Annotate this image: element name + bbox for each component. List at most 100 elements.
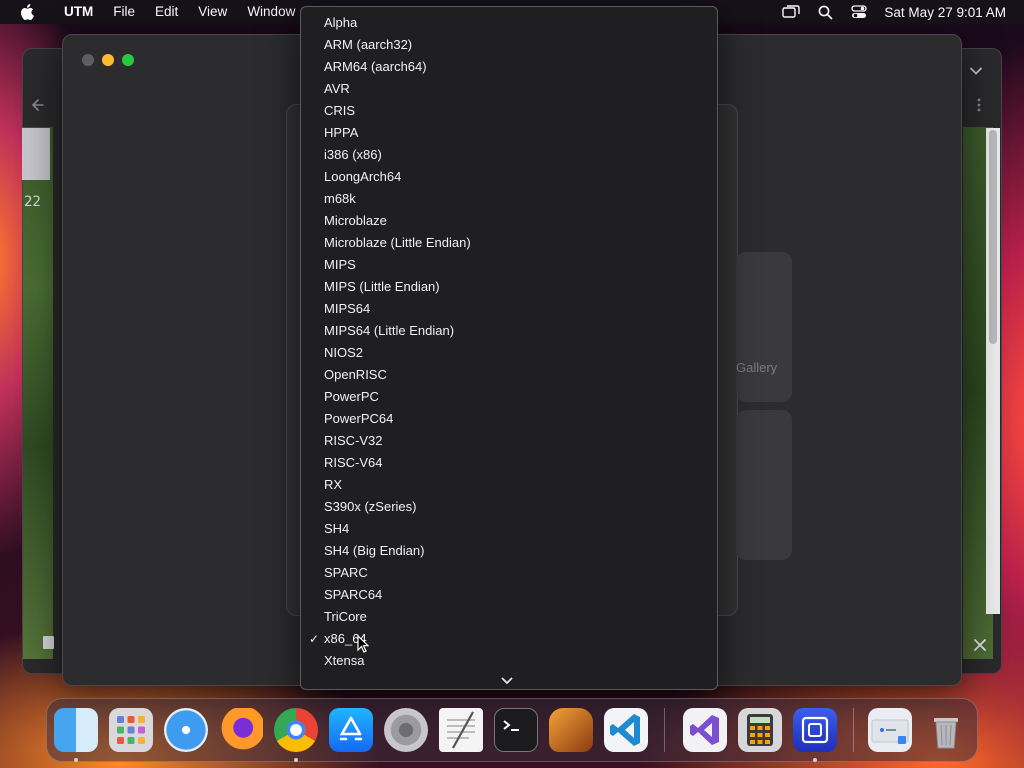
utm-icon[interactable] xyxy=(793,708,837,752)
architecture-option[interactable]: MIPS64 xyxy=(301,298,717,320)
architecture-option[interactable]: Microblaze xyxy=(301,210,717,232)
architecture-option[interactable]: ARM (aarch32) xyxy=(301,34,717,56)
architecture-option[interactable]: SPARC xyxy=(301,562,717,584)
architecture-option[interactable]: AVR xyxy=(301,78,717,100)
architecture-option[interactable]: PowerPC64 xyxy=(301,408,717,430)
garageband-icon[interactable] xyxy=(549,708,593,752)
launchpad-icon[interactable] xyxy=(109,708,153,752)
menu-window[interactable]: Window xyxy=(237,0,305,24)
close-icon[interactable] xyxy=(974,634,986,657)
architecture-option[interactable]: MIPS64 (Little Endian) xyxy=(301,320,717,342)
architecture-option[interactable]: Alpha xyxy=(301,12,717,34)
architecture-option-label: SH4 xyxy=(324,521,350,536)
architecture-option-label: AVR xyxy=(324,81,350,96)
architecture-option-label: MIPS (Little Endian) xyxy=(324,279,440,294)
vm-thumbnail xyxy=(22,128,50,180)
architecture-option-label: SPARC64 xyxy=(324,587,383,602)
architecture-option-label: Microblaze xyxy=(324,213,387,228)
app-menu-utm[interactable]: UTM xyxy=(54,0,103,24)
architecture-option-label: SPARC xyxy=(324,565,368,580)
apple-menu-icon[interactable] xyxy=(0,0,54,24)
more-options-icon[interactable] xyxy=(977,98,981,112)
architecture-option-label: MIPS xyxy=(324,257,356,272)
architecture-option-label: RISC-V64 xyxy=(324,455,383,470)
architecture-option[interactable]: NIOS2 xyxy=(301,342,717,364)
option-card[interactable] xyxy=(736,410,792,560)
visual-studio-icon[interactable] xyxy=(683,708,727,752)
architecture-option-label: OpenRISC xyxy=(324,367,387,382)
dock-running-indicator xyxy=(813,758,817,762)
preview-number: 22 xyxy=(24,194,41,210)
window-minimize-button[interactable] xyxy=(102,54,114,66)
architecture-option[interactable]: LoongArch64 xyxy=(301,166,717,188)
architecture-option-label: MIPS64 (Little Endian) xyxy=(324,323,455,338)
architecture-option[interactable]: PowerPC xyxy=(301,386,717,408)
menu-file[interactable]: File xyxy=(103,0,145,24)
architecture-option-label: i386 (x86) xyxy=(324,147,382,162)
menu-view[interactable]: View xyxy=(188,0,237,24)
architecture-option[interactable]: RISC-V64 xyxy=(301,452,717,474)
architecture-popup-menu: Alpha ARM (aarch32) ARM64 (aarch64) AVR CRIS… xyxy=(300,6,718,690)
architecture-list: Alpha ARM (aarch32) ARM64 (aarch64) AVR CRIS… xyxy=(301,12,717,672)
architecture-option[interactable]: MIPS (Little Endian) xyxy=(301,276,717,298)
control-center-icon[interactable] xyxy=(842,0,876,24)
system-settings-icon[interactable] xyxy=(384,708,428,752)
checkmark-icon: ✓ xyxy=(309,632,320,646)
architecture-option-label: TriCore xyxy=(324,609,367,624)
architecture-option-label: Microblaze (Little Endian) xyxy=(324,235,471,250)
chrome-icon[interactable] xyxy=(274,708,318,752)
calculator-icon[interactable] xyxy=(738,708,782,752)
architecture-option-label: ARM64 (aarch64) xyxy=(324,59,427,74)
architecture-option-label: Alpha xyxy=(324,15,358,30)
dock-separator xyxy=(664,708,665,752)
window-close-button[interactable] xyxy=(82,54,94,66)
architecture-option-label: RISC-V32 xyxy=(324,433,383,448)
architecture-option-label: MIPS64 xyxy=(324,301,371,316)
architecture-option[interactable]: SH4 xyxy=(301,518,717,540)
screen-mirroring-icon[interactable] xyxy=(774,0,808,24)
architecture-option[interactable]: Microblaze (Little Endian) xyxy=(301,232,717,254)
app-store-icon[interactable] xyxy=(329,708,373,752)
architecture-option[interactable]: S390x (zSeries) xyxy=(301,496,717,518)
trash-icon[interactable] xyxy=(924,708,968,752)
gallery-card[interactable] xyxy=(736,252,792,402)
textedit-icon[interactable] xyxy=(439,708,483,752)
chevron-down-icon[interactable] xyxy=(970,62,982,80)
architecture-option[interactable]: SPARC64 xyxy=(301,584,717,606)
architecture-option-label: LoongArch64 xyxy=(324,169,402,184)
architecture-option-label: PowerPC xyxy=(324,389,379,404)
architecture-option[interactable]: RX xyxy=(301,474,717,496)
back-arrow-icon[interactable] xyxy=(30,96,44,117)
spotlight-search-icon[interactable] xyxy=(808,0,842,24)
architecture-option-label: SH4 (Big Endian) xyxy=(324,543,425,558)
architecture-option[interactable]: OpenRISC xyxy=(301,364,717,386)
architecture-option[interactable]: MIPS xyxy=(301,254,717,276)
window-zoom-button[interactable] xyxy=(122,54,134,66)
document-icon[interactable] xyxy=(43,636,54,649)
scroll-down-chevron-icon[interactable] xyxy=(501,672,513,690)
architecture-option[interactable]: ARM64 (aarch64) xyxy=(301,56,717,78)
architecture-option[interactable]: HPPA xyxy=(301,122,717,144)
terminal-icon[interactable] xyxy=(494,708,538,752)
architecture-option-label: CRIS xyxy=(324,103,356,118)
architecture-option-label: RX xyxy=(324,477,343,492)
vscode-icon[interactable] xyxy=(604,708,648,752)
architecture-option[interactable]: CRIS xyxy=(301,100,717,122)
finder-icon[interactable] xyxy=(54,708,98,752)
menu-edit[interactable]: Edit xyxy=(145,0,188,24)
architecture-option[interactable]: i386 (x86) xyxy=(301,144,717,166)
scrollbar-thumb[interactable] xyxy=(989,130,997,344)
downloads-folder-icon[interactable] xyxy=(868,708,912,752)
architecture-option[interactable]: TriCore xyxy=(301,606,717,628)
architecture-option-label: PowerPC64 xyxy=(324,411,394,426)
firefox-icon[interactable] xyxy=(219,708,263,752)
architecture-option-label: ARM (aarch32) xyxy=(324,37,413,52)
dock-running-indicator xyxy=(294,758,298,762)
architecture-option[interactable]: RISC-V32 xyxy=(301,430,717,452)
safari-icon[interactable] xyxy=(164,708,208,752)
architecture-option[interactable]: SH4 (Big Endian) xyxy=(301,540,717,562)
menu-bar-clock[interactable]: Sat May 27 9:01 AM xyxy=(876,5,1024,20)
architecture-option[interactable]: m68k xyxy=(301,188,717,210)
architecture-option-label: NIOS2 xyxy=(324,345,364,360)
dock-separator xyxy=(853,708,854,752)
